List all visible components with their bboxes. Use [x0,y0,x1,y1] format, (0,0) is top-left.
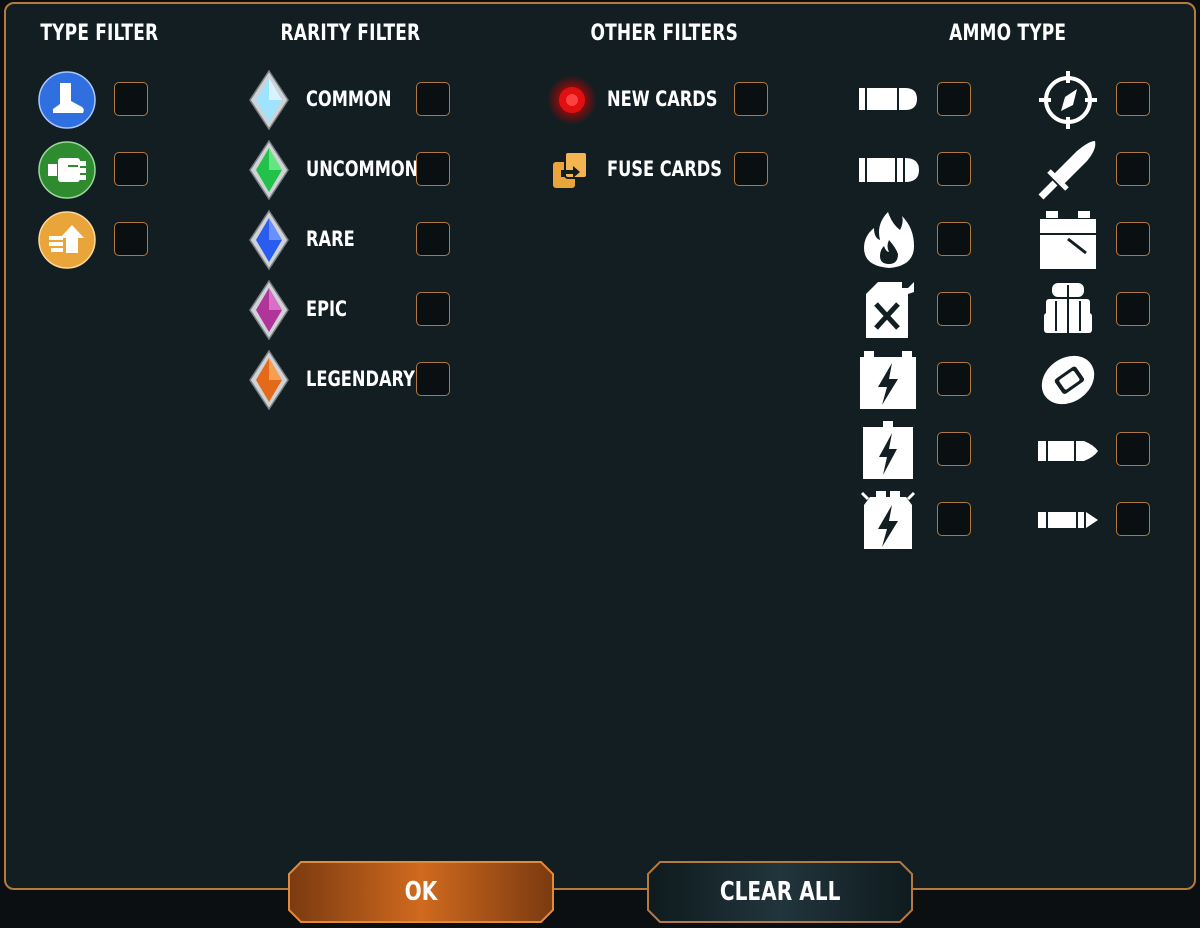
crosshair-icon [1037,69,1099,131]
ok-button[interactable]: OK [287,860,555,924]
fuse-cards-icon [551,150,591,190]
ammo-crosshair-checkbox[interactable] [1116,82,1150,116]
rarity-uncommon-checkbox[interactable] [416,152,450,186]
new-cards-label: NEW CARDS [607,87,718,111]
shell-icon [857,154,921,186]
rarity-legendary-checkbox[interactable] [416,362,450,396]
fuel-can-icon [862,280,916,340]
rarity-common-checkbox[interactable] [416,82,450,116]
ammo-fuel-checkbox[interactable] [937,292,971,326]
type-fist-checkbox[interactable] [114,152,148,186]
bolt-round-icon [1036,508,1100,532]
clear-all-button[interactable]: CLEAR ALL [646,860,914,924]
ammo-shell-checkbox[interactable] [937,152,971,186]
ammo-canister-checkbox[interactable] [1116,292,1150,326]
fire-icon [862,210,916,270]
rarity-legendary-label: LEGENDARY [306,367,415,391]
rarity-rare-checkbox[interactable] [416,222,450,256]
grenade-icon [1038,350,1098,410]
ammo-rifle-round-checkbox[interactable] [1116,432,1150,466]
ammo-battery-small-checkbox[interactable] [937,432,971,466]
clear-all-button-label: CLEAR ALL [719,877,841,907]
ammo-grenade-checkbox[interactable] [1116,362,1150,396]
ammo-bullet-checkbox[interactable] [937,82,971,116]
fist-icon [38,141,96,199]
bullet-icon [857,84,919,114]
ammo-blade-checkbox[interactable] [1116,152,1150,186]
fuse-cards-checkbox[interactable] [734,152,768,186]
legendary-gem-icon [248,349,290,411]
rare-gem-icon [248,209,290,271]
arrow-hand-icon [38,211,96,269]
type-arrow-checkbox[interactable] [114,222,148,256]
fuse-cards-label: FUSE CARDS [607,157,722,181]
ammo-bolt-round-checkbox[interactable] [1116,502,1150,536]
ammo-battery-large-checkbox[interactable] [937,362,971,396]
type-filter-heading: TYPE FILTER [40,21,159,46]
ammo-power-cell-checkbox[interactable] [1116,222,1150,256]
power-cell-icon [1038,209,1098,271]
other-filters-heading: OTHER FILTERS [590,21,739,46]
common-gem-icon [248,69,290,131]
rarity-rare-label: RARE [306,227,355,251]
rarity-filter-heading: RARITY FILTER [280,21,421,46]
rarity-epic-checkbox[interactable] [416,292,450,326]
type-boot-checkbox[interactable] [114,82,148,116]
battery-small-icon [861,419,915,481]
ammo-battery-sparks-checkbox[interactable] [937,502,971,536]
ammo-type-heading: AMMO TYPE [949,21,1067,46]
battery-sparks-icon [858,489,918,551]
rarity-epic-label: EPIC [306,297,347,321]
boot-icon [38,71,96,129]
filter-panel [4,2,1196,890]
rarity-common-label: COMMON [306,87,392,111]
rarity-uncommon-label: UNCOMMON [306,157,419,181]
blade-icon [1037,139,1099,201]
battery-large-icon [858,349,918,411]
canister-icon [1042,281,1094,339]
epic-gem-icon [248,279,290,341]
uncommon-gem-icon [248,139,290,201]
ammo-fire-checkbox[interactable] [937,222,971,256]
rifle-round-icon [1036,437,1100,465]
new-cards-checkbox[interactable] [734,82,768,116]
new-cards-dot-icon [546,74,598,126]
ok-button-label: OK [404,877,438,907]
